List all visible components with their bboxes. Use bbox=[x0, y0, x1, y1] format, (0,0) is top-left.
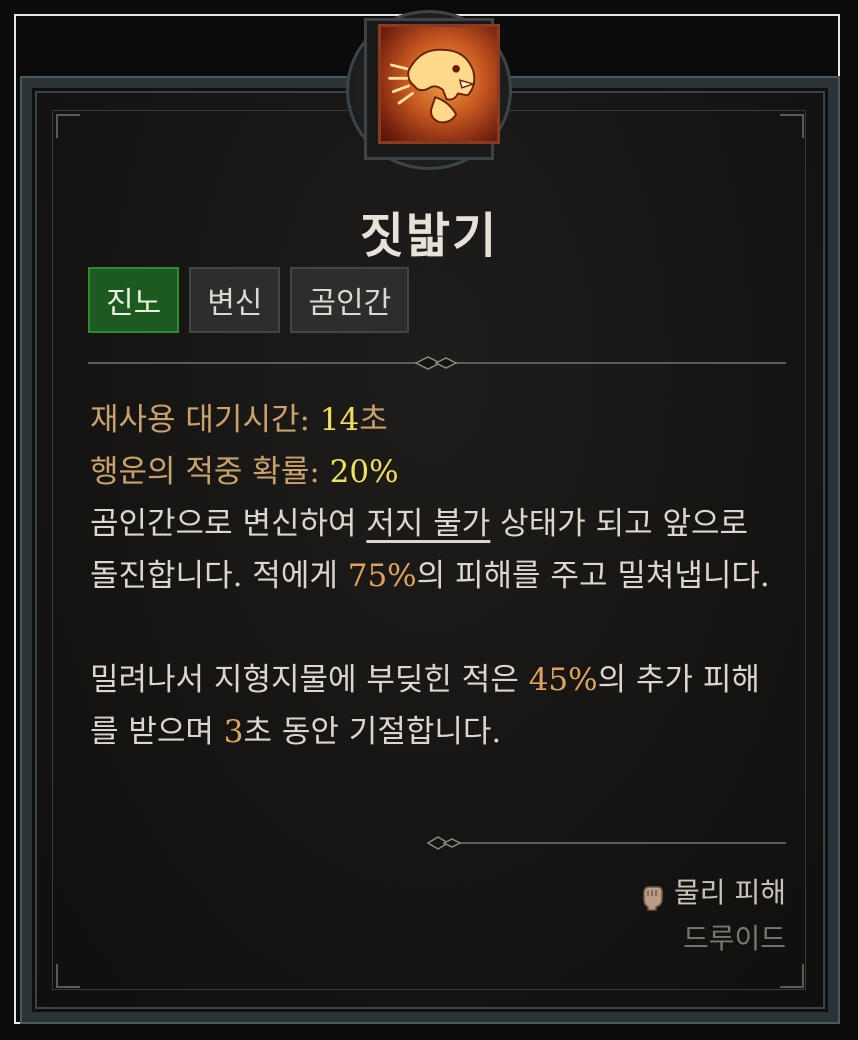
description-paragraph-2: 밀려나서 지형지물에 부딪힌 적은 45%의 추가 피해를 받으며 3초 동안 … bbox=[90, 654, 780, 758]
damage-value: 75% bbox=[347, 558, 417, 594]
desc-text: 의 피해를 주고 밀쳐냅니다. bbox=[416, 558, 770, 594]
unstoppable-keyword[interactable]: 저지 불가 bbox=[366, 506, 490, 542]
stun-duration-value: 3 bbox=[223, 714, 244, 750]
lucky-hit-line: 행운의 적중 확률: 20% bbox=[90, 446, 780, 498]
desc-text: 밀려나서 지형지물에 부딪힌 적은 bbox=[90, 662, 529, 698]
bear-roar-icon bbox=[378, 24, 500, 144]
skill-title: 짓밟기 bbox=[359, 208, 499, 264]
corner-ornament bbox=[56, 964, 80, 988]
fist-icon bbox=[640, 879, 664, 911]
desc-text: 초 동안 기절합니다. bbox=[243, 714, 502, 750]
section-divider bbox=[88, 356, 786, 370]
corner-ornament bbox=[56, 114, 80, 138]
damage-type-label: 물리 피해 bbox=[674, 876, 786, 909]
cooldown-line: 재사용 대기시간: 14초 bbox=[90, 394, 780, 446]
lucky-hit-value: 20% bbox=[329, 454, 399, 490]
skill-description: 재사용 대기시간: 14초 행운의 적중 확률: 20% 곰인간으로 변신하여 … bbox=[90, 394, 780, 758]
cooldown-label: 재사용 대기시간: bbox=[90, 402, 320, 438]
cooldown-unit: 초 bbox=[359, 402, 388, 438]
skill-tag-list: 진노 변신 곰인간 bbox=[88, 267, 410, 333]
tag-werebear: 곰인간 bbox=[290, 267, 410, 333]
footer-divider bbox=[88, 836, 786, 850]
description-paragraph-1: 곰인간으로 변신하여 저지 불가 상태가 되고 앞으로 돌진합니다. 적에게 7… bbox=[90, 498, 780, 602]
cooldown-value: 14 bbox=[319, 402, 360, 438]
corner-ornament bbox=[780, 114, 804, 138]
tag-shapeshift: 변신 bbox=[189, 267, 281, 333]
lucky-hit-label: 행운의 적중 확률: bbox=[90, 454, 330, 490]
desc-text: 곰인간으로 변신하여 bbox=[90, 506, 367, 542]
damage-value: 45% bbox=[528, 662, 598, 698]
skill-footer: 물리 피해 드루이드 bbox=[640, 870, 786, 962]
damage-type-line: 물리 피해 bbox=[640, 870, 786, 916]
corner-ornament bbox=[780, 964, 804, 988]
tag-wrath: 진노 bbox=[88, 267, 180, 333]
class-label: 드루이드 bbox=[682, 922, 786, 955]
